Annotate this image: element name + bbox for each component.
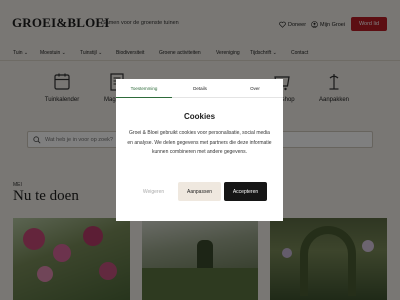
cookie-tabs: Toestemming Details Over — [116, 79, 283, 98]
accept-cookies-button[interactable]: Accepteren — [224, 182, 267, 201]
cookie-dialog-title: Cookies — [183, 112, 216, 121]
cookie-dialog-text: Groei & Bloei gebruikt cookies voor pers… — [127, 130, 272, 155]
tab-over[interactable]: Over — [227, 79, 283, 98]
tab-toestemming[interactable]: Toestemming — [116, 79, 172, 98]
reject-cookies-button[interactable]: Weigeren — [132, 182, 175, 201]
cookie-consent-dialog: Toestemming Details Over Cookies Groei &… — [116, 79, 283, 221]
tab-details[interactable]: Details — [172, 79, 228, 98]
customize-cookies-button[interactable]: Aanpassen — [178, 182, 221, 201]
